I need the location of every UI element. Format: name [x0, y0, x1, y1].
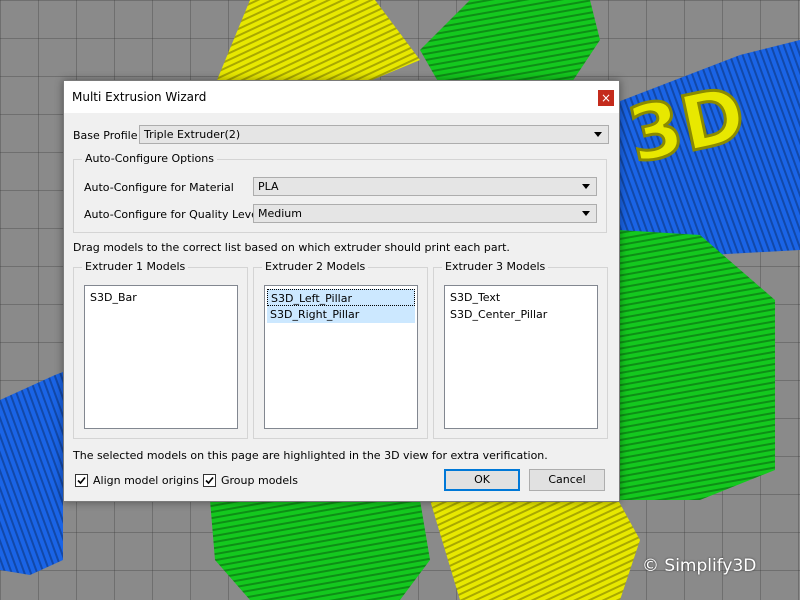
green-pillar-bottom [210, 500, 430, 600]
chevron-down-icon [582, 184, 590, 189]
extruder-1-title: Extruder 1 Models [82, 260, 189, 273]
chevron-down-icon [594, 132, 602, 137]
align-origins-checkbox[interactable] [75, 474, 88, 487]
base-profile-select[interactable]: Triple Extruder(2) [139, 125, 609, 144]
green-pillar-top [420, 0, 600, 85]
list-item[interactable]: S3D_Center_Pillar [447, 306, 595, 323]
material-value: PLA [258, 180, 279, 193]
extruder-1-list[interactable]: S3D_Bar [84, 285, 238, 429]
base-profile-label: Base Profile [73, 129, 138, 142]
auto-configure-group-title: Auto-Configure Options [82, 152, 217, 165]
cancel-button[interactable]: Cancel [529, 469, 605, 491]
yellow-pillar-top [215, 0, 420, 85]
list-item[interactable]: S3D_Left_Pillar [267, 289, 415, 306]
extruder-3-list[interactable]: S3D_Text S3D_Center_Pillar [444, 285, 598, 429]
watermark: © Simplify3D [642, 556, 757, 576]
yellow-pillar-bottom [430, 500, 640, 600]
extruder-2-list[interactable]: S3D_Left_Pillar S3D_Right_Pillar [264, 285, 418, 429]
align-origins-label[interactable]: Align model origins [93, 474, 199, 487]
extruder-2-title: Extruder 2 Models [262, 260, 369, 273]
group-models-label[interactable]: Group models [221, 474, 298, 487]
checkmark-icon [205, 476, 214, 485]
extruder-3-title: Extruder 3 Models [442, 260, 549, 273]
chevron-down-icon [582, 211, 590, 216]
quality-value: Medium [258, 207, 302, 220]
title-bar[interactable]: Multi Extrusion Wizard × [64, 81, 619, 113]
quality-select[interactable]: Medium [253, 204, 597, 223]
blue-bar-left [0, 372, 63, 575]
checkmark-icon [77, 476, 86, 485]
verification-note: The selected models on this page are hig… [73, 449, 548, 462]
material-select[interactable]: PLA [253, 177, 597, 196]
green-pillar-right [618, 230, 775, 500]
quality-label: Auto-Configure for Quality Level [84, 208, 261, 221]
ok-button[interactable]: OK [444, 469, 520, 491]
list-item[interactable]: S3D_Bar [87, 289, 235, 306]
base-profile-value: Triple Extruder(2) [144, 128, 241, 141]
instruction-text: Drag models to the correct list based on… [73, 241, 510, 254]
group-models-checkbox[interactable] [203, 474, 216, 487]
material-label: Auto-Configure for Material [84, 181, 234, 194]
multi-extrusion-wizard-dialog: Multi Extrusion Wizard × Base Profile Tr… [63, 80, 620, 502]
list-item[interactable]: S3D_Text [447, 289, 595, 306]
list-item[interactable]: S3D_Right_Pillar [267, 306, 415, 323]
dialog-title: Multi Extrusion Wizard [72, 90, 207, 104]
close-icon[interactable]: × [598, 90, 614, 106]
